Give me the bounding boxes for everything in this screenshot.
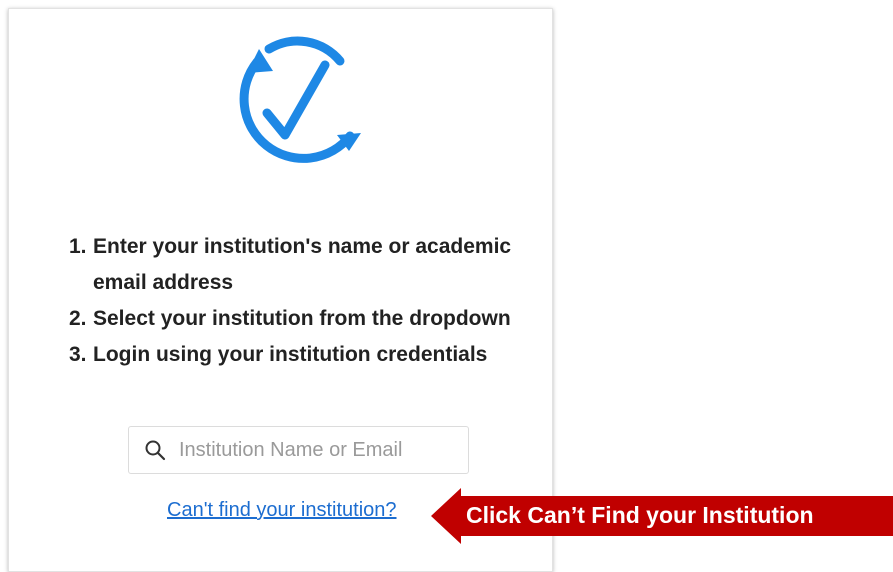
instruction-step: 2. Select your institution from the drop…: [59, 301, 539, 337]
search-icon: [145, 440, 166, 461]
step-text: Select your institution from the dropdow…: [93, 307, 511, 330]
step-number: 1.: [69, 235, 87, 258]
instruction-step: 1. Enter your institution's name or acad…: [59, 229, 539, 301]
step-number: 3.: [69, 343, 87, 366]
instruction-step: 3. Login using your institution credenti…: [59, 337, 539, 373]
institution-search-input[interactable]: [179, 438, 459, 462]
cant-find-institution-link[interactable]: Can't find your institution?: [167, 499, 397, 522]
callout-annotation: Click Can’t Find your Institution: [431, 488, 893, 544]
circular-checkmark-icon: [233, 31, 365, 165]
step-text: Enter your institution's name or academi…: [93, 235, 512, 294]
callout-text: Click Can’t Find your Institution: [466, 502, 814, 528]
institution-search-box[interactable]: [128, 426, 469, 474]
step-number: 2.: [69, 307, 87, 330]
step-text: Login using your institution credentials: [93, 343, 488, 366]
instruction-steps: 1. Enter your institution's name or acad…: [59, 229, 539, 373]
